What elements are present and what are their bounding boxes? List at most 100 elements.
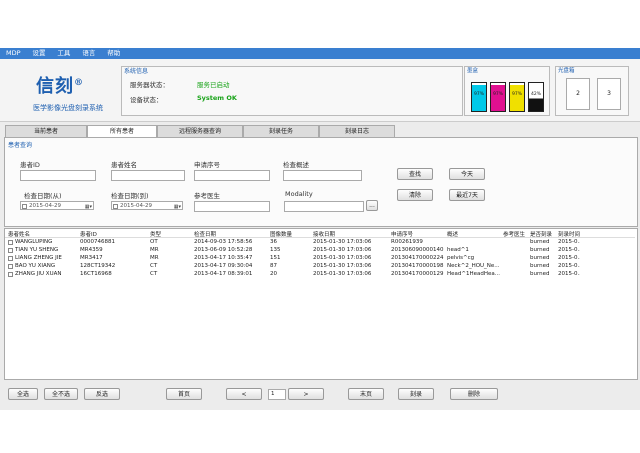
- select-none-button[interactable]: 全不选: [44, 388, 78, 400]
- table-cell: MR4359: [80, 247, 103, 253]
- table-cell: 87: [270, 263, 277, 269]
- menu-tools[interactable]: 工具: [57, 48, 70, 59]
- patient-id-label: 患者ID: [20, 161, 40, 169]
- table-cell: MR3417: [80, 255, 103, 261]
- exam-desc-label: 检查概述: [283, 161, 309, 169]
- table-cell: burned: [530, 247, 550, 253]
- table-cell: 201306090000140: [391, 247, 444, 253]
- patient-id-input[interactable]: [20, 170, 96, 181]
- logo-subtitle: 医学影像光盘刻录系统: [33, 104, 103, 112]
- menu-bar: MDP 设置 工具 语言 帮助: [0, 48, 640, 59]
- table-cell: WANGLUPING: [15, 239, 53, 245]
- calendar-dropdown-icon[interactable]: ▦▾: [85, 203, 92, 212]
- menu-settings[interactable]: 设置: [32, 48, 45, 59]
- row-checkbox[interactable]: [8, 272, 13, 277]
- server-status-label: 服务器状态：: [130, 81, 169, 89]
- table-cell: 2015-0...: [558, 255, 580, 261]
- last-page-button[interactable]: 末页: [348, 388, 384, 400]
- search-button[interactable]: 查找: [397, 168, 433, 180]
- delete-button[interactable]: 删除: [450, 388, 498, 400]
- table-cell: 2015-01-30 17:03:06: [313, 271, 372, 277]
- table-cell: Head^1HeadHea...: [447, 271, 501, 277]
- ink-cartridge: 97%: [490, 82, 506, 112]
- menu-help[interactable]: 帮助: [107, 48, 120, 59]
- table-cell: 201304170000129: [391, 271, 444, 277]
- ink-level-label: 97%: [492, 92, 503, 97]
- date-from-picker[interactable]: 2015-04-29 ▦▾: [20, 201, 94, 210]
- menu-mdp[interactable]: MDP: [6, 48, 21, 59]
- table-cell: 201304170000198: [391, 263, 444, 269]
- menu-language[interactable]: 语言: [82, 48, 95, 59]
- table-cell: 128CT19342: [80, 263, 116, 269]
- system-info-title: 系统信息: [124, 68, 149, 75]
- calendar-dropdown-icon[interactable]: ▦▾: [174, 203, 181, 212]
- ink-cartridge: 97%: [509, 82, 525, 112]
- table-cell: 2015-0...: [558, 271, 580, 277]
- burn-button[interactable]: 刻录: [398, 388, 434, 400]
- table-cell: 2013-06-09 10:52:28: [194, 247, 253, 253]
- modality-label: Modality: [285, 190, 313, 198]
- page-number-input[interactable]: 1: [268, 389, 286, 400]
- device-status-label: 设备状态：: [130, 96, 163, 104]
- request-no-label: 申请序号: [194, 161, 220, 169]
- table-cell: 2015-01-30 17:03:06: [313, 263, 372, 269]
- first-page-button[interactable]: 首页: [166, 388, 202, 400]
- logo: 信刻®: [36, 76, 84, 97]
- table-cell: burned: [530, 255, 550, 261]
- invert-selection-button[interactable]: 反选: [84, 388, 120, 400]
- table-cell: head^1: [447, 247, 469, 253]
- table-cell: 2013-04-17 10:35:47: [194, 255, 253, 261]
- device-status-value: System OK: [197, 94, 237, 102]
- table-cell: 2015-01-30 17:03:06: [313, 247, 372, 253]
- ink-level-label: 97%: [511, 92, 522, 97]
- server-status-value: 服务已启动: [197, 81, 230, 89]
- table-cell: CT: [150, 271, 158, 277]
- query-panel: [4, 137, 638, 227]
- query-title: 患者查询: [8, 142, 33, 149]
- date-from-checkbox[interactable]: [22, 204, 27, 209]
- row-checkbox[interactable]: [8, 240, 13, 245]
- modality-browse-button[interactable]: ...: [366, 200, 378, 211]
- table-cell: OT: [150, 239, 158, 245]
- table-cell: TIAN YU SHENG: [15, 247, 59, 253]
- table-cell: 151: [270, 255, 281, 261]
- last-7-days-button[interactable]: 最近7天: [449, 189, 485, 201]
- table-cell: 2015-0...: [558, 263, 580, 269]
- table-cell: burned: [530, 263, 550, 269]
- row-checkbox[interactable]: [8, 256, 13, 261]
- table-cell: burned: [530, 239, 550, 245]
- table-cell: 2013-04-17 08:39:01: [194, 271, 253, 277]
- patient-name-input[interactable]: [111, 170, 185, 181]
- table-cell: 2015-01-30 17:03:06: [313, 239, 372, 245]
- ink-level-label: 97%: [473, 92, 484, 97]
- disc-slot-2: 3: [597, 78, 621, 110]
- exam-desc-input[interactable]: [283, 170, 362, 181]
- prev-page-button[interactable]: <: [226, 388, 262, 400]
- today-button[interactable]: 今天: [449, 168, 485, 180]
- toner-title: 墨盒: [467, 68, 479, 74]
- ink-cartridge: 42%: [528, 82, 544, 112]
- date-to-checkbox[interactable]: [113, 204, 118, 209]
- referring-input[interactable]: [194, 201, 270, 212]
- table-cell: 0000746881: [80, 239, 115, 245]
- referring-label: 参考医生: [194, 192, 220, 200]
- clear-button[interactable]: 清除: [397, 189, 433, 201]
- row-checkbox[interactable]: [8, 248, 13, 253]
- ink-cartridge: 97%: [471, 82, 487, 112]
- row-checkbox[interactable]: [8, 264, 13, 269]
- table-cell: R00261939: [391, 239, 423, 245]
- date-to-label: 检查日期(到): [111, 192, 149, 200]
- table-cell: burned: [530, 271, 550, 277]
- table-cell: BAO YU XIANG: [15, 263, 56, 269]
- modality-input[interactable]: [284, 201, 364, 212]
- table-cell: 36: [270, 239, 277, 245]
- ink-level-label: 42%: [530, 92, 541, 97]
- table-cell: 2015-0...: [558, 239, 580, 245]
- request-no-input[interactable]: [194, 170, 270, 181]
- table-cell: 20: [270, 271, 277, 277]
- select-all-button[interactable]: 全选: [8, 388, 38, 400]
- table-cell: MR: [150, 255, 159, 261]
- next-page-button[interactable]: >: [288, 388, 324, 400]
- table-cell: 2013-04-17 09:30:04: [194, 263, 253, 269]
- date-to-picker[interactable]: 2015-04-29 ▦▾: [111, 201, 183, 210]
